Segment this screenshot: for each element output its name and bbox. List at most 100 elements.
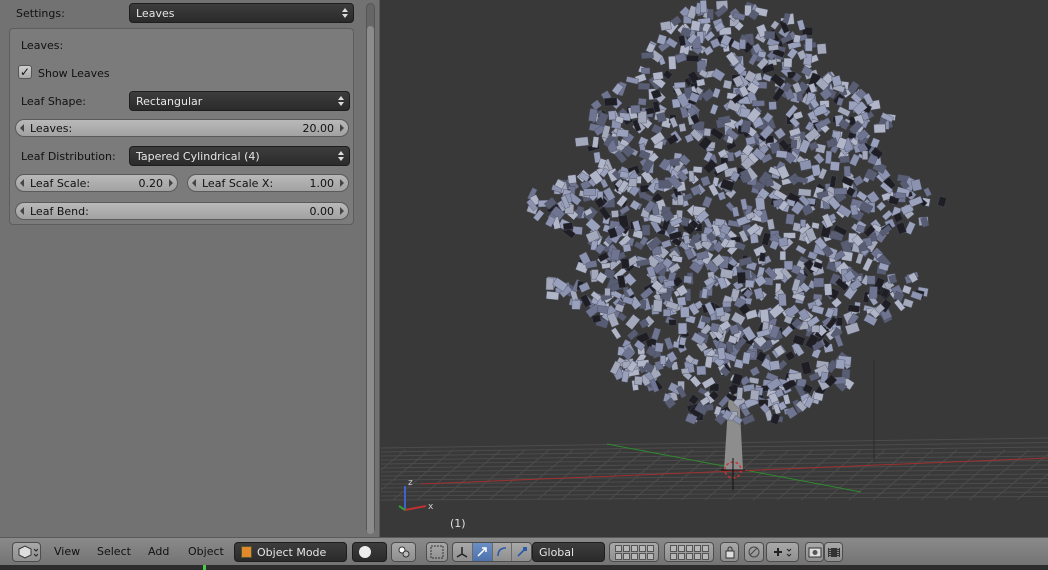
leaf <box>768 101 777 111</box>
increment-arrow-icon[interactable] <box>340 124 344 132</box>
dropdown-arrows-icon <box>593 544 600 560</box>
proportional-edit-button[interactable] <box>744 542 764 562</box>
axis-orientation-widget <box>398 486 427 511</box>
decrement-arrow-icon[interactable] <box>192 179 196 187</box>
leaf <box>545 290 560 301</box>
leaf <box>571 299 581 310</box>
leaf <box>668 55 677 70</box>
leaf <box>800 360 813 376</box>
menu-select[interactable]: Select <box>97 545 131 558</box>
leaf <box>778 293 787 307</box>
leaf-scale-x-field[interactable]: Leaf Scale X: 1.00 <box>187 174 349 192</box>
leaf <box>901 284 912 295</box>
leaf <box>709 127 725 141</box>
leaf <box>751 100 765 107</box>
leaf <box>831 297 843 309</box>
pivot-point-icon <box>398 546 409 558</box>
leaf <box>659 20 672 31</box>
leaf <box>715 306 725 318</box>
interaction-mode-dropdown[interactable]: Object Mode <box>234 542 347 562</box>
leaf <box>749 389 760 401</box>
leaf <box>610 248 621 261</box>
lock-camera-button[interactable] <box>720 542 739 562</box>
editor-type-button[interactable] <box>12 542 41 562</box>
leaves-count-field[interactable]: Leaves: 20.00 <box>15 119 349 137</box>
leaf <box>680 306 690 318</box>
tree-foliage <box>526 0 947 426</box>
show-leaves-checkbox[interactable]: ✓ <box>18 65 32 79</box>
leaf-shape-dropdown[interactable]: Rectangular <box>129 91 350 111</box>
pivot-point-button[interactable] <box>391 542 416 562</box>
scrollbar-thumb[interactable] <box>367 26 374 534</box>
show-leaves-label[interactable]: Show Leaves <box>38 67 110 80</box>
leaf <box>651 327 662 341</box>
leaf <box>736 387 744 401</box>
leaf <box>764 31 776 40</box>
menu-add[interactable]: Add <box>148 545 169 558</box>
leaf <box>816 43 827 55</box>
leaf <box>583 188 596 196</box>
snap-element-dropdown[interactable] <box>766 542 799 562</box>
viewport-header: View Select Add Object Object Mode Globa… <box>0 537 1048 565</box>
leaf <box>705 403 714 411</box>
section-title: Leaves: <box>21 38 64 52</box>
animation-render-icon <box>827 548 840 557</box>
panel-scrollbar[interactable] <box>366 3 375 534</box>
leaf <box>703 127 712 137</box>
decrement-arrow-icon[interactable] <box>20 124 24 132</box>
leaf <box>604 287 611 297</box>
viewport-shading-dropdown[interactable] <box>352 542 387 562</box>
manipulator-rotate[interactable] <box>493 543 513 561</box>
scene-layers-right[interactable] <box>664 542 714 562</box>
leaf-distribution-dropdown[interactable]: Tapered Cylindrical (4) <box>129 146 350 166</box>
increment-arrow-icon[interactable] <box>340 179 344 187</box>
layers-icon <box>614 544 654 560</box>
leaf <box>855 190 868 202</box>
leaf <box>811 325 820 333</box>
leaf-bend-field[interactable]: Leaf Bend: 0.00 <box>15 202 349 220</box>
leaf <box>662 308 671 317</box>
manipulator-combined[interactable] <box>453 543 473 561</box>
leaf <box>834 334 844 348</box>
leaf <box>923 187 932 197</box>
menu-object[interactable]: Object <box>188 545 224 558</box>
increment-arrow-icon[interactable] <box>169 179 173 187</box>
settings-dropdown[interactable]: Leaves <box>129 3 354 23</box>
leaf-scale-label: Leaf Scale: <box>30 176 91 190</box>
decrement-arrow-icon[interactable] <box>20 207 24 215</box>
leaf <box>689 375 702 388</box>
leaf <box>652 71 664 81</box>
leaf <box>680 367 690 375</box>
leaf <box>868 286 878 299</box>
leaf-shape-label: Leaf Shape: <box>21 94 86 108</box>
manipulator-translate[interactable] <box>472 543 493 561</box>
menu-view[interactable]: View <box>54 545 80 558</box>
leaf-scale-field[interactable]: Leaf Scale: 0.20 <box>15 174 178 192</box>
leaf <box>881 209 893 221</box>
leaf <box>686 54 700 63</box>
leaf <box>603 97 618 107</box>
leaf <box>616 128 629 138</box>
leaf-bend-label: Leaf Bend: <box>30 204 89 218</box>
manipulator-toggle[interactable] <box>426 542 448 562</box>
leaf <box>739 39 746 50</box>
leaf <box>709 103 719 115</box>
dropdown-arrows-icon <box>338 93 345 109</box>
view3d-editor-icon <box>18 545 38 559</box>
3d-viewport[interactable]: z x (1) <box>381 0 1048 537</box>
transform-orientation-dropdown[interactable]: Global <box>532 542 605 562</box>
leaf <box>785 213 795 225</box>
increment-arrow-icon[interactable] <box>340 207 344 215</box>
leaf <box>797 188 812 197</box>
leaf <box>795 244 807 255</box>
scene-layers-left[interactable] <box>609 542 659 562</box>
render-animation-button[interactable] <box>824 542 843 562</box>
render-opengl-button[interactable] <box>805 542 824 562</box>
decrement-arrow-icon[interactable] <box>20 179 24 187</box>
leaf <box>745 136 756 146</box>
manipulator-scale[interactable] <box>512 543 531 561</box>
x-axis-label: x <box>428 502 434 512</box>
leaf <box>654 342 664 353</box>
leaf <box>740 198 749 211</box>
leaf <box>833 187 848 195</box>
